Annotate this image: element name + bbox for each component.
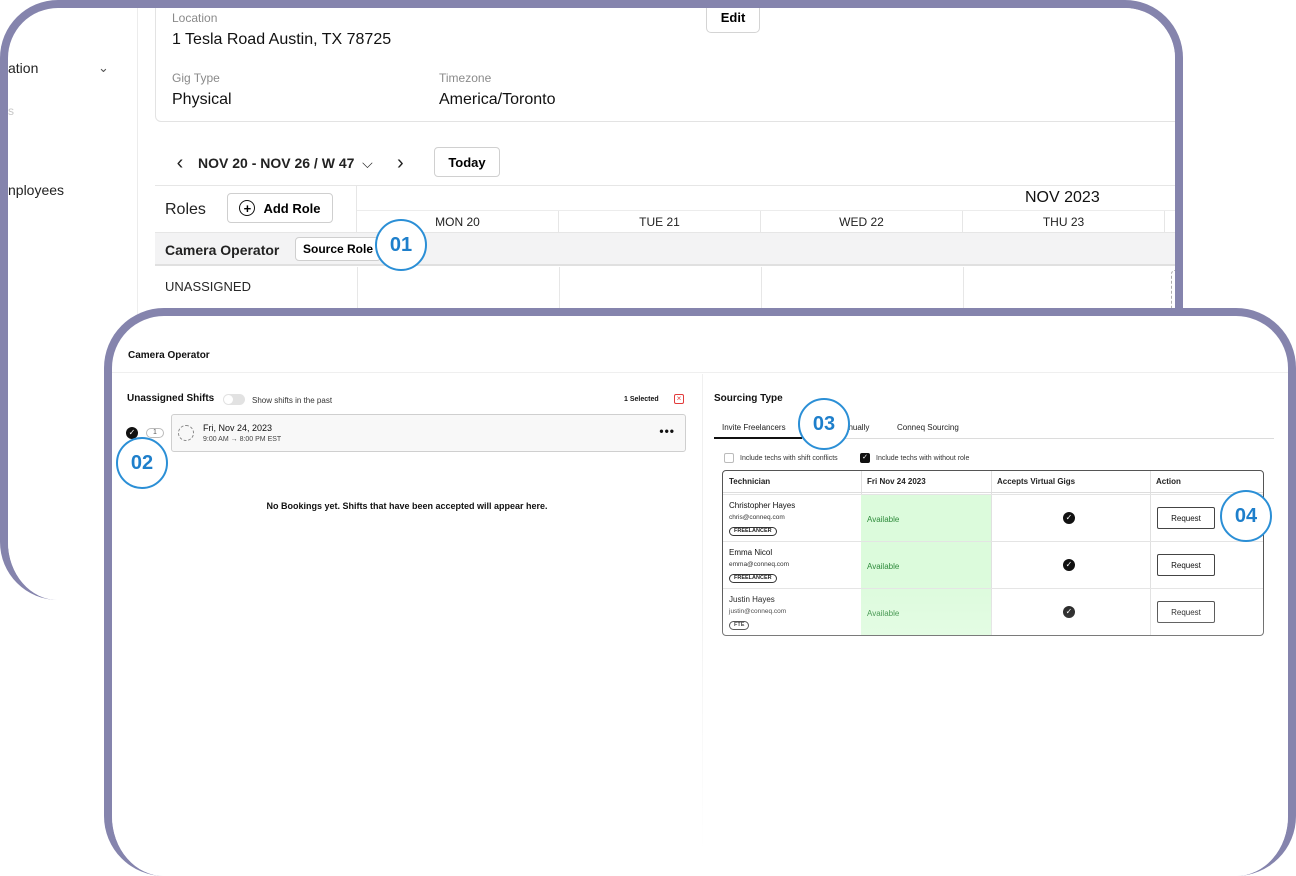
sidebar-item-faded[interactable]: s bbox=[8, 104, 14, 118]
plus-circle-icon: + bbox=[239, 200, 256, 216]
show-past-toggle[interactable] bbox=[223, 394, 245, 405]
shift-count-badge: 1 bbox=[146, 428, 164, 438]
technician-type-badge: FREELANCER bbox=[729, 574, 777, 583]
technician-name: Emma Nicol bbox=[729, 548, 773, 557]
timezone-value: America/Toronto bbox=[439, 91, 556, 108]
check-circle-icon: ✓ bbox=[1063, 559, 1075, 571]
table-row: Available Christopher Hayes chris@conneq… bbox=[723, 494, 1263, 541]
technician-type-badge: FREELANCER bbox=[729, 527, 777, 536]
technician-email: chris@conneq.com bbox=[729, 514, 785, 521]
gig-info-card: Location 1 Tesla Road Austin, TX 78725 E… bbox=[155, 8, 1175, 122]
roles-header: Roles + Add Role bbox=[155, 185, 357, 233]
day-header-row: MON 20 TUE 21 WED 22 THU 23 bbox=[357, 210, 1175, 232]
day-header: THU 23 bbox=[963, 211, 1165, 232]
availability-status: Available bbox=[867, 609, 900, 618]
table-row: Available Justin Hayes justin@conneq.com… bbox=[723, 588, 1263, 635]
col-header-technician: Technician bbox=[723, 471, 861, 493]
day-header: WED 22 bbox=[761, 211, 963, 232]
tab-invite-freelancers[interactable]: Invite Freelancers bbox=[722, 423, 786, 432]
active-tab-indicator bbox=[714, 437, 802, 439]
shift-time: 9:00 AM → 8:00 PM EST bbox=[203, 436, 282, 443]
shift-card[interactable]: Fri, Nov 24, 2023 9:00 AM → 8:00 PM EST … bbox=[171, 414, 686, 452]
chevron-left-icon[interactable]: ‹ bbox=[168, 152, 192, 175]
role-row-camera-operator: Camera Operator Source Role bbox=[155, 232, 1175, 266]
source-role-modal-window: Camera Operator Unassigned Shifts Show s… bbox=[104, 308, 1296, 876]
shift-conflicts-label: Include techs with shift conflicts bbox=[740, 455, 838, 462]
day-header: TUE 21 bbox=[559, 211, 761, 232]
check-circle-icon: ✓ bbox=[1063, 606, 1075, 618]
week-navigator: ‹ NOV 20 - NOV 26 / W 47 ⌵ › bbox=[168, 148, 412, 178]
gig-type-value: Physical bbox=[172, 91, 232, 108]
week-range-label[interactable]: NOV 20 - NOV 26 / W 47 bbox=[198, 155, 354, 171]
role-name: Camera Operator bbox=[165, 242, 280, 258]
gig-type-label: Gig Type bbox=[172, 71, 220, 85]
col-header-date: Fri Nov 24 2023 bbox=[861, 471, 991, 493]
roles-label: Roles bbox=[165, 201, 206, 218]
callout-01: 01 bbox=[375, 219, 427, 271]
no-bookings-message: No Bookings yet. Shifts that have been a… bbox=[266, 501, 548, 511]
timezone-label: Timezone bbox=[439, 71, 492, 85]
add-role-button[interactable]: + Add Role bbox=[227, 193, 333, 223]
source-role-button[interactable]: Source Role bbox=[295, 237, 381, 261]
modal-title: Camera Operator bbox=[128, 350, 210, 361]
close-icon[interactable]: × bbox=[674, 394, 684, 404]
chevron-down-icon[interactable]: ⌄ bbox=[98, 60, 109, 76]
chevron-down-icon[interactable]: ⌵ bbox=[360, 155, 374, 172]
today-button[interactable]: Today bbox=[434, 147, 500, 177]
sidebar-item-location[interactable]: ation bbox=[8, 60, 38, 76]
availability-status: Available bbox=[867, 562, 900, 571]
sourcing-type-title: Sourcing Type bbox=[714, 393, 783, 404]
technician-name: Justin Hayes bbox=[729, 595, 775, 604]
technician-email: justin@conneq.com bbox=[729, 608, 787, 615]
availability-status: Available bbox=[867, 515, 900, 524]
month-label: NOV 2023 bbox=[1025, 189, 1100, 206]
more-options-icon[interactable]: ••• bbox=[659, 424, 675, 438]
callout-03: 03 bbox=[798, 398, 850, 450]
callout-02: 02 bbox=[116, 437, 168, 489]
check-circle-icon: ✓ bbox=[1063, 512, 1075, 524]
shift-date: Fri, Nov 24, 2023 bbox=[203, 423, 273, 433]
request-button[interactable]: Request bbox=[1157, 601, 1215, 623]
location-value: 1 Tesla Road Austin, TX 78725 bbox=[172, 31, 392, 48]
sidebar-item-employees[interactable]: nployees bbox=[8, 182, 64, 198]
request-button[interactable]: Request bbox=[1157, 554, 1215, 576]
technician-name: Christopher Hayes bbox=[729, 501, 796, 510]
shift-conflicts-checkbox[interactable] bbox=[724, 453, 734, 463]
add-role-label: Add Role bbox=[263, 200, 321, 216]
without-role-checkbox[interactable]: ✓ bbox=[860, 453, 870, 463]
request-button[interactable]: Request bbox=[1157, 507, 1215, 529]
edit-button[interactable]: Edit bbox=[706, 8, 760, 33]
unassigned-shifts-title: Unassigned Shifts bbox=[127, 393, 215, 404]
show-past-label: Show shifts in the past bbox=[252, 396, 333, 405]
col-header-virtual: Accepts Virtual Gigs bbox=[991, 471, 1150, 493]
selected-count-label: 1 Selected bbox=[624, 396, 659, 403]
location-label: Location bbox=[172, 11, 218, 25]
technician-email: emma@conneq.com bbox=[729, 561, 790, 568]
technician-type-badge: FTE bbox=[729, 621, 750, 630]
table-row: Available Emma Nicol emma@conneq.com FRE… bbox=[723, 541, 1263, 588]
tab-conneq-sourcing[interactable]: Conneq Sourcing bbox=[897, 423, 959, 432]
without-role-label: Include techs with without role bbox=[876, 455, 970, 462]
chevron-right-icon[interactable]: › bbox=[388, 152, 412, 175]
technician-table: Technician Fri Nov 24 2023 Accepts Virtu… bbox=[722, 470, 1264, 636]
unassigned-label: UNASSIGNED bbox=[165, 279, 251, 294]
avatar-placeholder-icon bbox=[178, 425, 194, 441]
callout-04: 04 bbox=[1220, 490, 1272, 542]
